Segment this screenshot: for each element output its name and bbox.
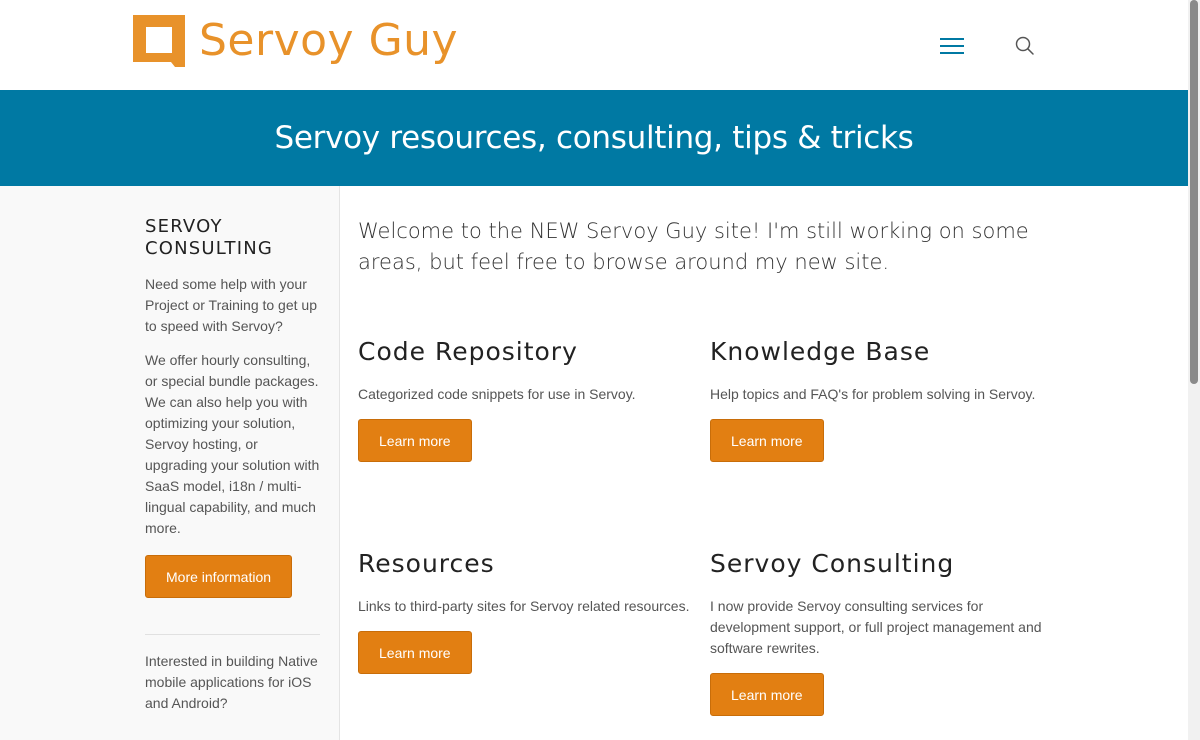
card-title: Resources [358,549,495,578]
sidebar: SERVOY CONSULTING Need some help with yo… [0,186,340,740]
scrollbar-thumb[interactable] [1190,0,1198,384]
site-logo[interactable]: Servoy Guy [133,15,458,67]
card-resources: Resources Links to third-party sites for… [358,548,693,674]
sidebar-content: SERVOY CONSULTING Need some help with yo… [145,216,320,714]
banner-tagline: Servoy resources, consulting, tips & tri… [274,120,914,156]
learn-more-button[interactable]: Learn more [710,419,824,462]
learn-more-button[interactable]: Learn more [358,419,472,462]
card-text: Links to third-party sites for Servoy re… [358,598,690,614]
search-icon[interactable] [1014,35,1036,57]
sidebar-intro-text: Need some help with your Project or Trai… [145,276,317,334]
card-code-repository: Code Repository Categorized code snippet… [358,336,693,462]
sidebar-title: SERVOY CONSULTING [145,216,274,259]
page-scrollbar[interactable] [1188,0,1200,740]
logo-mark-icon [133,15,185,67]
learn-more-button[interactable]: Learn more [358,631,472,674]
site-header: Servoy Guy [0,0,1188,90]
hamburger-menu-icon[interactable] [940,38,964,56]
sidebar-divider [145,634,320,635]
card-title: Servoy Consulting [710,549,955,578]
card-knowledge-base: Knowledge Base Help topics and FAQ's for… [710,336,1045,462]
hero-banner: Servoy resources, consulting, tips & tri… [0,90,1188,186]
logo-text: Servoy Guy [199,15,459,66]
learn-more-button[interactable]: Learn more [710,673,824,716]
sidebar-mobile-text: Interested in building Native mobile app… [145,653,318,711]
sidebar-offer-text: We offer hourly consulting, or special b… [145,352,320,536]
welcome-text: Welcome to the NEW Servoy Guy site! I'm … [358,219,1029,274]
card-title: Knowledge Base [710,337,931,366]
card-text: Help topics and FAQ's for problem solvin… [710,386,1036,402]
card-title: Code Repository [358,337,578,366]
card-text: Categorized code snippets for use in Ser… [358,386,636,402]
more-information-button[interactable]: More information [145,555,293,598]
card-text: I now provide Servoy consulting services… [710,598,1042,656]
card-servoy-consulting: Servoy Consulting I now provide Servoy c… [710,548,1045,716]
